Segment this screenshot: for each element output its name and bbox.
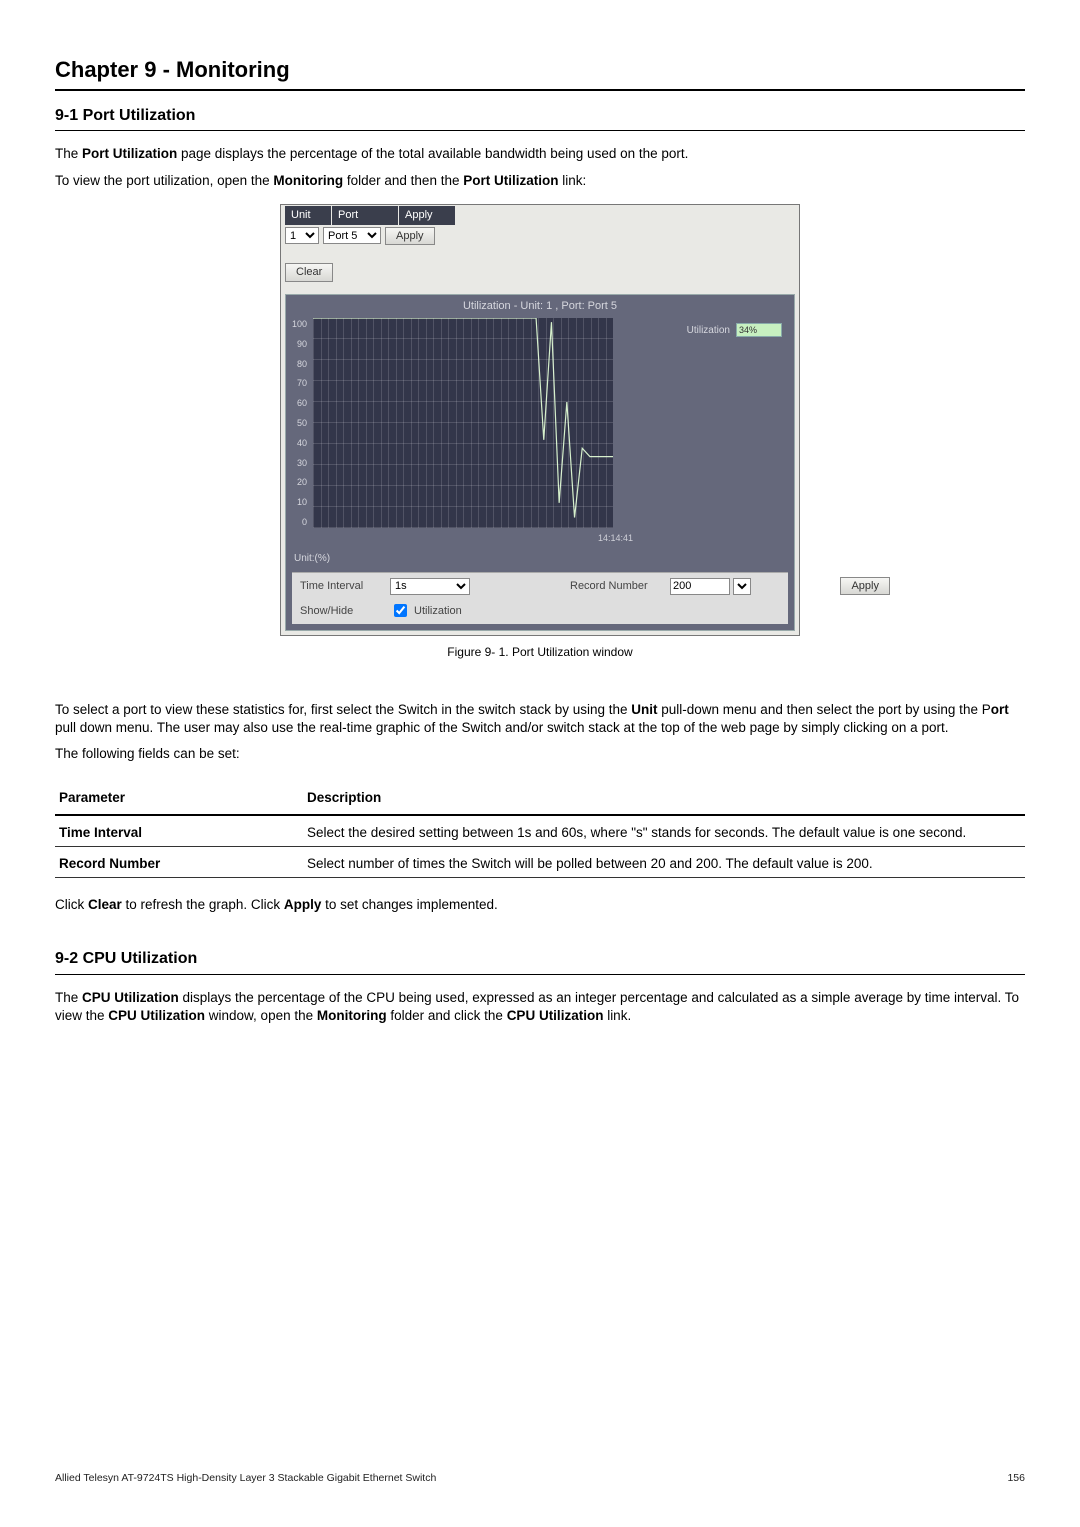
time-interval-select[interactable]: 1s [390,578,470,595]
text: To select a port to view these statistic… [55,702,631,717]
section-9-2-heading: 9-2 CPU Utilization [55,948,1025,970]
mid-p2: The following fields can be set: [55,745,1025,763]
header-port: Port [332,206,399,225]
section-9-1-rule [55,130,1025,131]
text: Click [55,897,88,912]
text: pull-down menu and then select the port … [658,702,991,717]
text: The [55,146,82,161]
utilization-checkbox[interactable] [394,604,407,617]
chart-title: Utilization - Unit: 1 , Port: Port 5 [292,299,788,314]
figure-caption: Figure 9- 1. Port Utilization window [55,644,1025,660]
chart-plot-area [313,318,613,528]
section-9-2-p1: The CPU Utilization displays the percent… [55,989,1025,1025]
text: page displays the percentage of the tota… [177,146,688,161]
text-bold: Monitoring [317,1008,387,1023]
apply-button-2[interactable]: Apply [840,577,890,596]
text-bold: CPU Utilization [108,1008,205,1023]
text: Utilization [414,604,462,619]
text: pull down menu. The user may also use th… [55,720,948,735]
text: folder and then the [343,173,463,188]
mid-p1: To select a port to view these statistic… [55,701,1025,737]
apply-button[interactable]: Apply [385,227,435,246]
footer-left: Allied Telesyn AT-9724TS High-Density La… [55,1471,436,1485]
unit-select[interactable]: 1 [285,227,319,244]
text-bold: Clear [88,897,122,912]
text: folder and click the [387,1008,507,1023]
text: window, open the [205,1008,317,1023]
legend-value: 34% [736,323,782,337]
port-utilization-window: Unit Port Apply 1 Port 5 Apply Clear Uti… [280,204,800,637]
y-unit-label: Unit:(%) [294,552,788,566]
text-bold: CPU Utilization [507,1008,604,1023]
text: To view the port utilization, open the [55,173,273,188]
param-name: Record Number [55,846,303,877]
header-unit: Unit [285,206,332,225]
th-parameter: Parameter [55,783,303,814]
y-axis: 0102030405060708090100 [292,318,307,528]
legend-label: Utilization [687,324,730,338]
text-bold: ort [991,702,1009,717]
text-bold: CPU Utilization [82,990,179,1005]
utilization-chart: Utilization - Unit: 1 , Port: Port 5 010… [285,294,795,631]
x-tick: 14:14:41 [598,532,633,544]
text-bold: Apply [284,897,322,912]
port-select[interactable]: Port 5 [323,227,381,244]
text: link: [558,173,586,188]
param-desc: Select the desired setting between 1s an… [303,815,1025,847]
text-bold: Port Utilization [463,173,558,188]
text: link. [603,1008,631,1023]
text: to set changes implemented. [321,897,497,912]
header-apply: Apply [399,206,456,225]
text: to refresh the graph. Click [122,897,284,912]
chapter-rule [55,89,1025,91]
param-desc: Select number of times the Switch will b… [303,846,1025,877]
table-row: Record Number Select number of times the… [55,846,1025,877]
text: The [55,990,82,1005]
section-9-1-heading: 9-1 Port Utilization [55,105,1025,127]
clear-button[interactable]: Clear [285,263,333,282]
footer-page-number: 156 [1007,1471,1025,1485]
parameter-table: Parameter Description Time Interval Sele… [55,783,1025,878]
table-row: Time Interval Select the desired setting… [55,815,1025,847]
section-9-1-p1: The Port Utilization page displays the p… [55,145,1025,163]
showhide-label: Show/Hide [300,604,390,619]
chapter-title: Chapter 9 - Monitoring [55,55,1025,85]
record-number-label: Record Number [570,579,670,594]
record-number-input[interactable] [670,578,730,595]
section-9-2-rule [55,974,1025,975]
text-bold: Unit [631,702,657,717]
text-bold: Monitoring [273,173,343,188]
record-number-aux-select[interactable] [733,578,751,595]
chart-legend: Utilization 34% [687,323,782,337]
time-interval-label: Time Interval [300,579,390,594]
section-9-1-p2: To view the port utilization, open the M… [55,172,1025,190]
utilization-checkbox-label[interactable]: Utilization [390,601,570,620]
after-table-p: Click Clear to refresh the graph. Click … [55,896,1025,914]
text-bold: Port Utilization [82,146,177,161]
param-name: Time Interval [55,815,303,847]
th-description: Description [303,783,1025,814]
